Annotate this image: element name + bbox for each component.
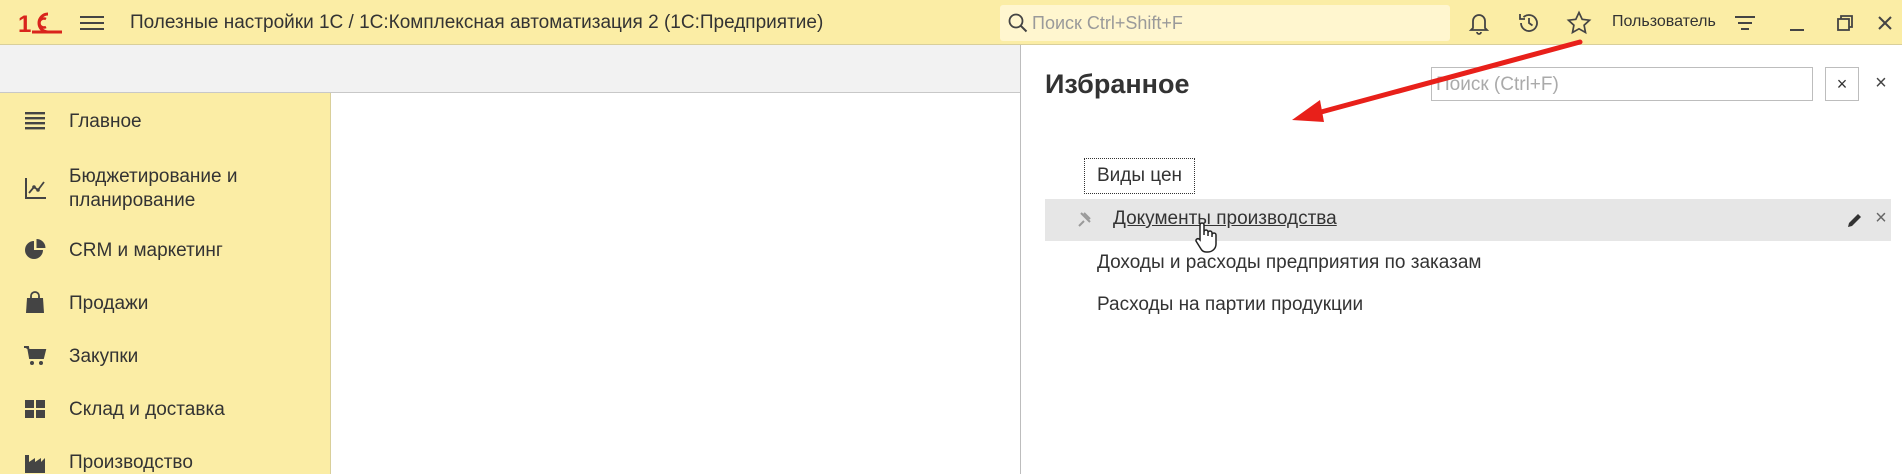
sidebar-item-label: Производство (69, 452, 193, 473)
minimize-icon[interactable] (1784, 10, 1810, 36)
list-icon (25, 112, 45, 130)
sidebar-item-label: Бюджетирование и планирование (69, 166, 238, 211)
edit-icon[interactable] (1845, 210, 1865, 230)
1c-logo[interactable]: 1 (18, 10, 64, 36)
sidebar-item-label: Склад и доставка (69, 399, 225, 420)
sidebar-item-purchases[interactable]: Закупки (0, 343, 331, 373)
sidebar-item-label: Продажи (69, 293, 149, 314)
warehouse-grid-icon (25, 400, 45, 418)
sidebar-item-main[interactable]: Главное (0, 108, 331, 138)
sidebar-item-budgeting[interactable]: Бюджетирование и планирование (0, 163, 331, 215)
cart-icon (24, 346, 47, 365)
history-icon[interactable] (1516, 10, 1542, 36)
sidebar-item-label: Закупки (69, 346, 139, 367)
sidebar-item-crm[interactable]: CRM и маркетинг (0, 237, 331, 267)
star-icon[interactable] (1566, 10, 1592, 36)
favorite-item-link[interactable]: Документы производства (1113, 208, 1337, 230)
toolbar-strip (0, 45, 1020, 93)
favorites-title: Избранное (1045, 69, 1190, 99)
favorites-search-placeholder: Поиск (Ctrl+F) (1436, 74, 1559, 95)
app-title: Полезные настройки 1С / 1С:Комплексная а… (130, 12, 824, 33)
favorites-search-input[interactable]: Поиск (Ctrl+F) (1431, 67, 1813, 101)
svg-text:1: 1 (18, 11, 31, 36)
clear-search-button[interactable]: × (1825, 67, 1859, 101)
search-icon (1008, 13, 1028, 33)
close-panel-icon[interactable]: × (1867, 69, 1895, 97)
sidebar: Главное Бюджетирование и планирование CR… (0, 93, 331, 474)
favorite-item[interactable]: Виды цен (1084, 158, 1196, 194)
close-window-icon[interactable] (1872, 10, 1898, 36)
remove-icon[interactable]: × (1871, 207, 1891, 231)
favorite-item[interactable]: Доходы и расходы предприятия по заказам (1097, 252, 1481, 274)
sidebar-item-label: CRM и маркетинг (69, 240, 223, 261)
global-search-placeholder: Поиск Ctrl+Shift+F (1032, 13, 1183, 33)
hand-cursor-icon (1195, 222, 1217, 253)
restore-icon[interactable] (1832, 10, 1858, 36)
bell-icon[interactable] (1466, 10, 1492, 36)
user-label[interactable]: Пользователь (1612, 13, 1716, 31)
chart-axes-icon (25, 178, 46, 199)
main-menu-icon[interactable] (80, 12, 104, 34)
favorite-item[interactable]: Расходы на партии продукции (1097, 294, 1363, 316)
sidebar-item-warehouse[interactable]: Склад и доставка (0, 396, 331, 426)
top-bar: 1 Полезные настройки 1С / 1С:Комплексная… (0, 0, 1902, 45)
shopping-bag-icon (26, 291, 44, 313)
favorite-item-row-hovered[interactable]: Документы производства × (1045, 199, 1891, 241)
sidebar-item-label: Главное (69, 111, 142, 132)
favorites-panel: Избранное Поиск (Ctrl+F) × × Виды цен До… (1020, 45, 1902, 474)
pie-chart-icon (25, 239, 46, 259)
pin-icon[interactable] (1075, 210, 1095, 230)
global-search-input[interactable]: Поиск Ctrl+Shift+F (1000, 5, 1450, 41)
factory-icon (25, 455, 45, 473)
settings-menu-icon[interactable] (1732, 10, 1758, 36)
sidebar-item-production[interactable]: Производство (0, 449, 331, 474)
sidebar-item-sales[interactable]: Продажи (0, 290, 331, 320)
